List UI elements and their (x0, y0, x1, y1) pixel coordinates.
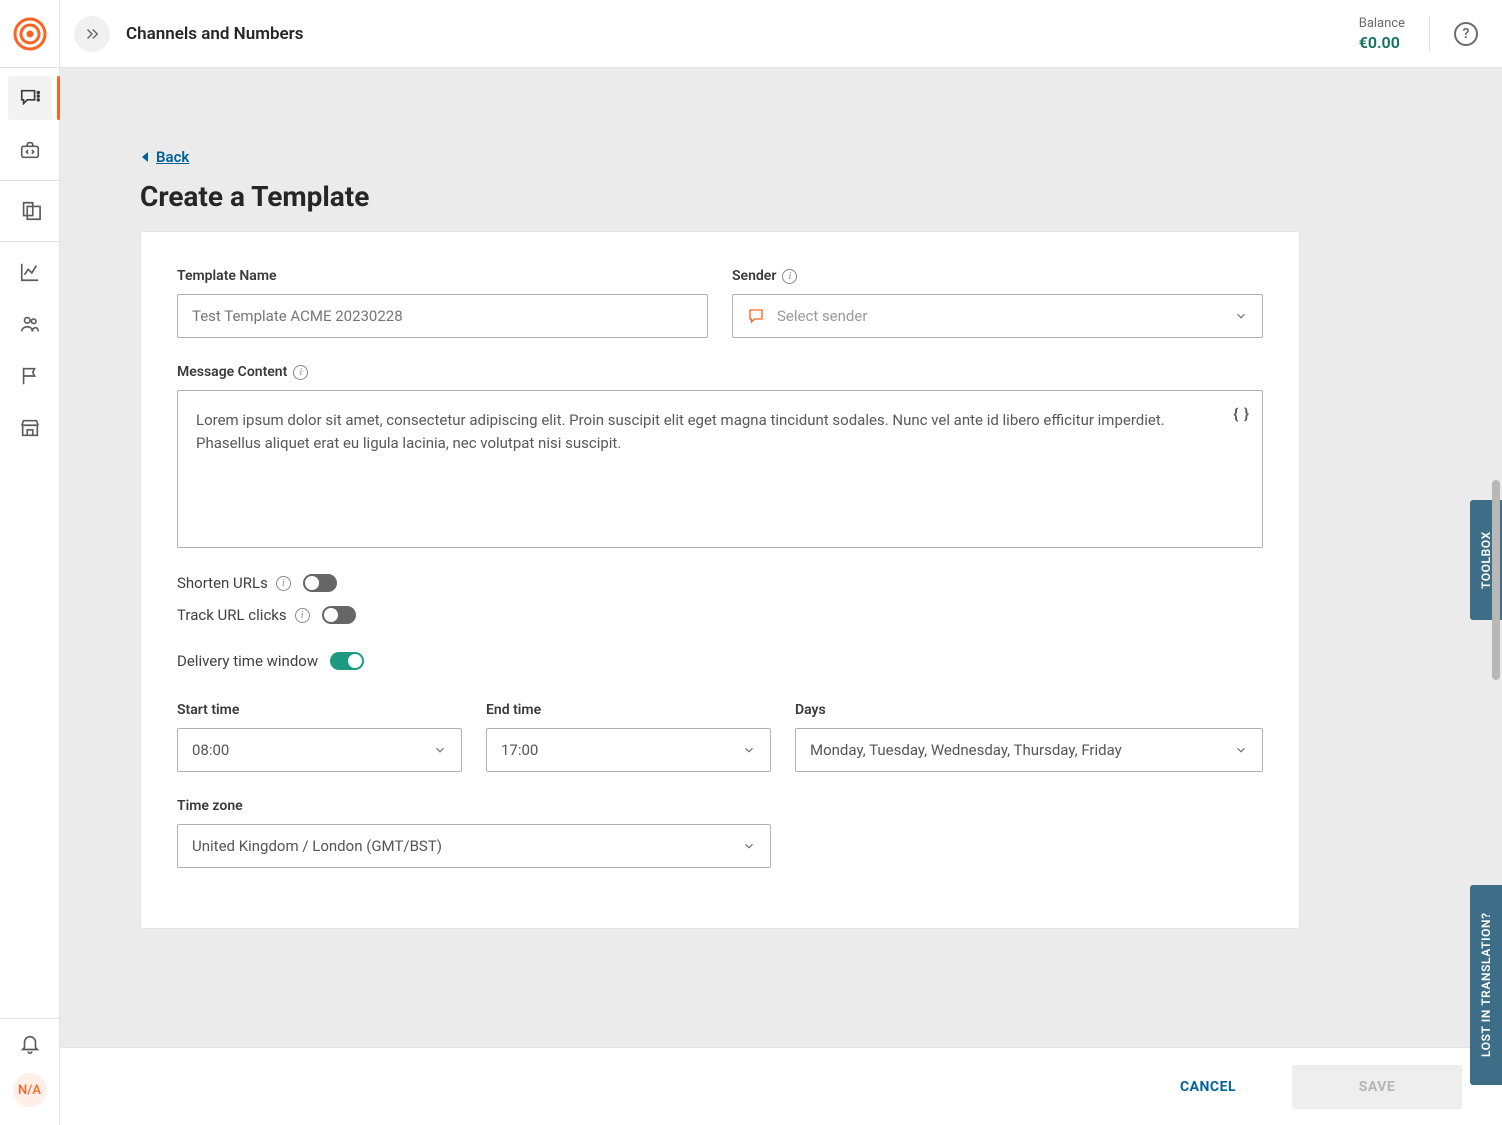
store-icon (19, 417, 41, 439)
briefcase-code-icon (19, 139, 41, 161)
cancel-button[interactable]: CANCEL (1148, 1065, 1268, 1109)
form-card: Template Name Sender i Select sender (140, 231, 1300, 929)
delivery-window-label: Delivery time window (177, 652, 318, 670)
sidebar: N/A (0, 0, 60, 1125)
sidebar-item-people[interactable] (8, 302, 52, 346)
sender-label: Sender i (732, 268, 1263, 284)
message-content-label: Message Content i (177, 364, 308, 380)
info-icon[interactable]: i (782, 269, 797, 284)
page-title: Create a Template (140, 180, 1300, 213)
logo[interactable] (0, 0, 59, 68)
flag-icon (19, 365, 41, 387)
bell-icon (19, 1033, 41, 1055)
lost-in-translation-tab[interactable]: LOST IN TRANSLATION? (1470, 885, 1502, 1085)
chevron-down-icon (1234, 309, 1248, 323)
back-label: Back (156, 148, 189, 166)
sidebar-item-analytics[interactable] (8, 250, 52, 294)
message-content-input[interactable]: Lorem ipsum dolor sit amet, consectetur … (177, 390, 1263, 548)
footer-actions: CANCEL SAVE (60, 1047, 1502, 1125)
help-button[interactable]: ? (1454, 22, 1478, 46)
track-clicks-toggle[interactable] (322, 606, 356, 624)
sidebar-item-docs[interactable] (8, 189, 52, 233)
chevron-double-right-icon (83, 25, 101, 43)
notifications-button[interactable] (8, 1033, 52, 1055)
message-icon (747, 307, 765, 325)
timezone-select[interactable]: United Kingdom / London (GMT/BST) (177, 824, 771, 868)
sidebar-item-flag[interactable] (8, 354, 52, 398)
end-time-select[interactable]: 17:00 (486, 728, 771, 772)
expand-sidebar-button[interactable] (74, 16, 110, 52)
page-section-title: Channels and Numbers (126, 24, 304, 44)
back-link[interactable]: Back (140, 148, 189, 166)
insert-placeholder-button[interactable]: { } (1233, 405, 1250, 423)
info-icon[interactable]: i (276, 576, 291, 591)
start-time-label: Start time (177, 702, 462, 718)
brand-logo-icon (13, 17, 47, 51)
sender-select[interactable]: Select sender (732, 294, 1263, 338)
sidebar-item-code[interactable] (8, 128, 52, 172)
sidebar-item-channels[interactable] (8, 76, 52, 120)
end-time-label: End time (486, 702, 771, 718)
template-name-input[interactable] (177, 294, 708, 338)
chevron-down-icon (1234, 743, 1248, 757)
triangle-left-icon (140, 151, 150, 163)
track-clicks-label: Track URL clicks i (177, 606, 310, 624)
chevron-down-icon (433, 743, 447, 757)
save-button[interactable]: SAVE (1292, 1065, 1462, 1109)
sidebar-item-store[interactable] (8, 406, 52, 450)
shorten-urls-toggle[interactable] (303, 574, 337, 592)
days-select[interactable]: Monday, Tuesday, Wednesday, Thursday, Fr… (795, 728, 1263, 772)
template-name-label: Template Name (177, 268, 708, 284)
info-icon[interactable]: i (293, 365, 308, 380)
people-icon (19, 313, 41, 335)
chat-icon (19, 87, 41, 109)
doc-transfer-icon (19, 200, 41, 222)
chart-icon (19, 261, 41, 283)
info-icon[interactable]: i (295, 608, 310, 623)
separator (1429, 16, 1430, 52)
timezone-label: Time zone (177, 798, 771, 814)
chevron-down-icon (742, 743, 756, 757)
sender-placeholder: Select sender (777, 307, 1222, 325)
balance-display: Balance €0.00 (1359, 16, 1405, 52)
chevron-down-icon (742, 839, 756, 853)
delivery-window-toggle[interactable] (330, 652, 364, 670)
balance-value: €0.00 (1359, 33, 1405, 52)
header: Channels and Numbers Balance €0.00 ? (60, 0, 1502, 68)
shorten-urls-label: Shorten URLs i (177, 574, 291, 592)
scrollbar[interactable] (1492, 480, 1500, 680)
start-time-select[interactable]: 08:00 (177, 728, 462, 772)
main-content: Back Create a Template Template Name Sen… (60, 68, 1502, 1125)
avatar[interactable]: N/A (13, 1073, 47, 1107)
days-label: Days (795, 702, 1263, 718)
balance-label: Balance (1359, 16, 1405, 31)
